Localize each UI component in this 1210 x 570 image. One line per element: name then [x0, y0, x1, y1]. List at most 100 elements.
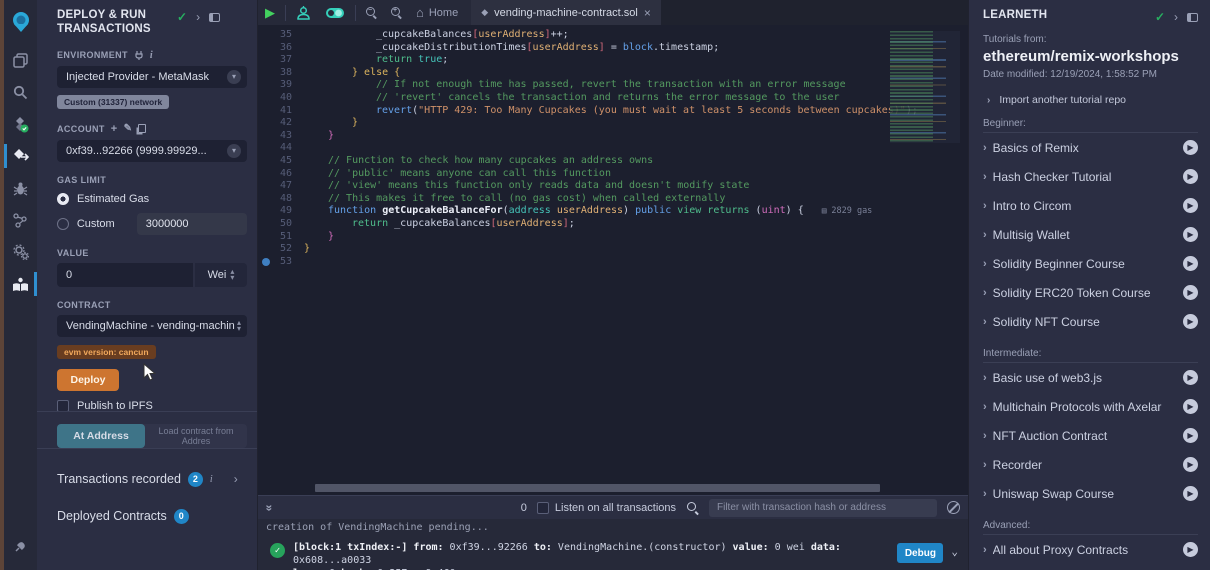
tutorial-item[interactable]: ›NFT Auction Contract▶: [983, 421, 1198, 450]
code-line[interactable]: 41revert("HTTP 429: Too Many Cupcakes (y…: [258, 105, 968, 118]
code-line[interactable]: 36_cupcakeDistributionTimes[userAddress]…: [258, 42, 968, 55]
breakpoint-gutter[interactable]: [258, 243, 274, 256]
code-line[interactable]: 48// This makes it free to call (no gas …: [258, 193, 968, 206]
breakpoint-gutter[interactable]: [258, 168, 274, 181]
listen-all-checkbox[interactable]: [537, 502, 549, 514]
transaction-log-row[interactable]: ✓ [block:1 txIndex:-] from: 0xf39...9226…: [266, 541, 960, 570]
tutorial-item[interactable]: ›Solidity ERC20 Token Course▶: [983, 278, 1198, 307]
import-repo-link[interactable]: › Import another tutorial repo: [987, 94, 1198, 106]
remixai-assistant-icon[interactable]: [289, 0, 318, 25]
account-select[interactable]: 0xf39...92266 (9999.99929... ▾: [57, 140, 247, 162]
tutorial-item[interactable]: ›Multisig Wallet▶: [983, 220, 1198, 249]
tutorial-item[interactable]: ›Hash Checker Tutorial▶: [983, 162, 1198, 191]
breakpoint-gutter[interactable]: [258, 142, 274, 155]
breakpoint-gutter[interactable]: [258, 67, 274, 80]
play-tutorial-icon[interactable]: ▶: [1183, 169, 1198, 184]
breakpoint-dot[interactable]: [262, 258, 270, 266]
code-line[interactable]: 46// 'public' means anyone can call this…: [258, 168, 968, 181]
breakpoint-gutter[interactable]: [258, 79, 274, 92]
expand-log-icon[interactable]: ⌄: [951, 545, 958, 558]
code-line[interactable]: 38} else {: [258, 67, 968, 80]
deploy-button[interactable]: Deploy: [57, 369, 119, 391]
environment-select[interactable]: Injected Provider - MetaMask ▾: [57, 66, 247, 88]
contract-select[interactable]: VendingMachine - vending-machin ▴▾: [57, 315, 247, 337]
copy-icon[interactable]: [138, 124, 146, 133]
play-tutorial-icon[interactable]: ▶: [1183, 542, 1198, 557]
code-line[interactable]: 49function getCupcakeBalanceFor(address …: [258, 205, 968, 218]
code-line[interactable]: 35_cupcakeBalances[userAddress]++;: [258, 29, 968, 42]
zoom-out-icon[interactable]: −: [359, 0, 384, 25]
expand-chevron-icon[interactable]: ›: [234, 472, 238, 486]
panel-chevron-icon[interactable]: ›: [1174, 10, 1178, 24]
breakpoint-gutter[interactable]: [258, 130, 274, 143]
code-line[interactable]: 50return _cupcakeBalances[userAddress];: [258, 218, 968, 231]
play-tutorial-icon[interactable]: ▶: [1183, 399, 1198, 414]
plugin-manager-icon[interactable]: [4, 530, 37, 562]
breakpoint-gutter[interactable]: [258, 256, 274, 269]
play-tutorial-icon[interactable]: ▶: [1183, 457, 1198, 472]
code-line[interactable]: 52}: [258, 243, 968, 256]
value-unit-select[interactable]: Wei ▴▾: [195, 263, 247, 287]
breakpoint-gutter[interactable]: [258, 92, 274, 105]
code-line[interactable]: 39// If not enough time has passed, reve…: [258, 79, 968, 92]
code-line[interactable]: 53: [258, 256, 968, 269]
play-tutorial-icon[interactable]: ▶: [1183, 140, 1198, 155]
breakpoint-gutter[interactable]: [258, 155, 274, 168]
breakpoint-gutter[interactable]: [258, 117, 274, 130]
code-line[interactable]: 44: [258, 142, 968, 155]
play-tutorial-icon[interactable]: ▶: [1183, 486, 1198, 501]
play-tutorial-icon[interactable]: ▶: [1183, 256, 1198, 271]
custom-gas-input[interactable]: 3000000: [137, 213, 247, 235]
tutorial-item[interactable]: ›Deploy with Libraries▶: [983, 564, 1198, 570]
play-tutorial-icon[interactable]: ▶: [1183, 428, 1198, 443]
tutorial-item[interactable]: ›Basics of Remix▶: [983, 133, 1198, 162]
plug-icon[interactable]: [134, 50, 144, 60]
learneth-icon[interactable]: [4, 268, 37, 300]
breakpoint-gutter[interactable]: [258, 105, 274, 118]
code-line[interactable]: 40// 'revert' cancels the transaction an…: [258, 92, 968, 105]
panel-chevron-icon[interactable]: ›: [196, 10, 200, 24]
deploy-run-icon[interactable]: [4, 140, 37, 172]
tutorial-item[interactable]: ›Intro to Circom▶: [983, 191, 1198, 220]
at-address-input[interactable]: Load contract from Addres: [145, 426, 247, 446]
tutorial-item[interactable]: ›Solidity Beginner Course▶: [983, 249, 1198, 278]
code-line[interactable]: 45// Function to check how many cupcakes…: [258, 155, 968, 168]
tutorial-item[interactable]: ›All about Proxy Contracts▶: [983, 535, 1198, 564]
panel-pin-icon[interactable]: [209, 13, 220, 22]
horizontal-scrollbar[interactable]: [315, 484, 880, 492]
play-tutorial-icon[interactable]: ▶: [1183, 285, 1198, 300]
breakpoint-gutter[interactable]: [258, 231, 274, 244]
breakpoint-gutter[interactable]: [258, 54, 274, 67]
add-account-icon[interactable]: +: [111, 123, 118, 135]
file-explorer-icon[interactable]: [4, 44, 37, 76]
deployed-contracts-row[interactable]: Deployed Contracts 0: [57, 509, 247, 524]
plugin-graph-icon[interactable]: [4, 204, 37, 236]
tutorial-item[interactable]: ›Multichain Protocols with Axelar▶: [983, 392, 1198, 421]
close-tab-icon[interactable]: ×: [644, 6, 651, 20]
info-icon[interactable]: i: [210, 474, 213, 485]
value-input[interactable]: 0: [57, 263, 193, 287]
code-line[interactable]: 47// 'view' means this function only rea…: [258, 180, 968, 193]
breakpoint-gutter[interactable]: [258, 218, 274, 231]
debug-button[interactable]: Debug: [897, 543, 943, 563]
breakpoint-gutter[interactable]: [258, 42, 274, 55]
at-address-button[interactable]: At Address: [57, 424, 145, 448]
code-line[interactable]: 43}: [258, 130, 968, 143]
play-tutorial-icon[interactable]: ▶: [1183, 314, 1198, 329]
code-line[interactable]: 51}: [258, 231, 968, 244]
code-line[interactable]: 42}: [258, 117, 968, 130]
panel-pin-icon[interactable]: [1187, 13, 1198, 22]
code-line[interactable]: 37return true;: [258, 54, 968, 67]
estimated-gas-radio[interactable]: [57, 193, 69, 205]
tutorial-item[interactable]: ›Recorder▶: [983, 450, 1198, 479]
tutorial-item[interactable]: ›Basic use of web3.js▶: [983, 363, 1198, 392]
terminal-content[interactable]: creation of VendingMachine pending... ✓ …: [258, 519, 968, 570]
play-tutorial-icon[interactable]: ▶: [1183, 198, 1198, 213]
settings-icon[interactable]: [4, 236, 37, 268]
breakpoint-gutter[interactable]: [258, 205, 274, 218]
solidity-compiler-icon[interactable]: [4, 108, 37, 140]
run-script-button[interactable]: ▶: [258, 0, 282, 25]
sign-message-icon[interactable]: ✎: [124, 123, 133, 134]
terminal-filter-input[interactable]: [709, 499, 937, 517]
debugger-icon[interactable]: [4, 172, 37, 204]
